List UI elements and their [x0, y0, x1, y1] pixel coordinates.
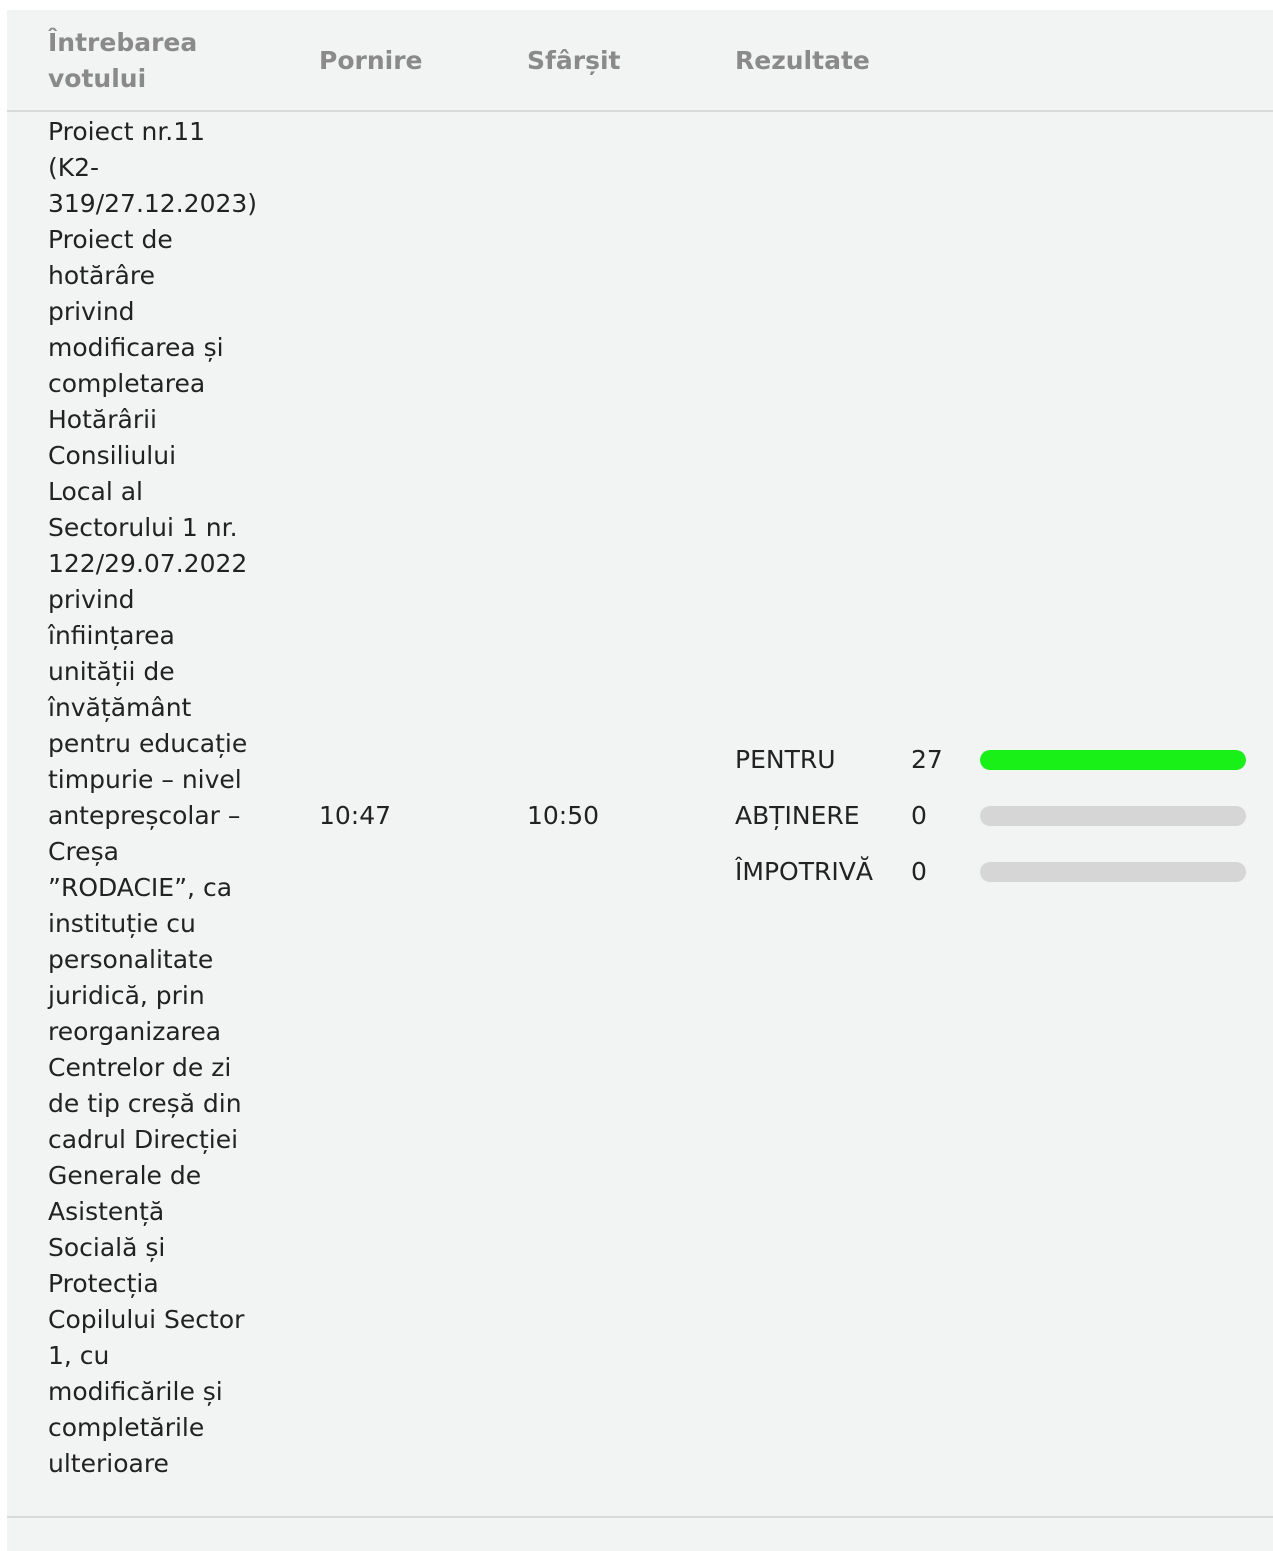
result-label: ÎMPOTRIVĂ — [735, 857, 873, 886]
result-bar — [980, 750, 1246, 770]
vote-start-time: 10:47 — [319, 801, 392, 830]
result-count: 27 — [911, 745, 943, 774]
column-header-question: Întrebarea votului — [48, 28, 198, 93]
result-label: ABȚINERE — [735, 801, 860, 830]
result-bar — [980, 806, 1246, 826]
vote-results-table: Întrebarea votului Pornire Sfârșit Rezul… — [7, 10, 1273, 1551]
table-header: Întrebarea votului Pornire Sfârșit Rezul… — [7, 10, 1273, 112]
result-label: PENTRU — [735, 745, 836, 774]
column-header-end: Sfârșit — [527, 46, 621, 75]
result-abstain: ABȚINERE 0 — [735, 798, 1255, 834]
vote-end-time: 10:50 — [527, 801, 600, 830]
result-count: 0 — [911, 857, 927, 886]
result-bar — [980, 862, 1246, 882]
table-row: Proiect nr.11 (K2-319/27.12.2023) Proiec… — [7, 112, 1273, 1518]
column-header-results: Rezultate — [735, 46, 870, 75]
vote-question: Proiect nr.11 (K2-319/27.12.2023) Proiec… — [48, 117, 258, 1478]
result-against: ÎMPOTRIVĂ 0 — [735, 854, 1255, 890]
column-header-start: Pornire — [319, 46, 423, 75]
result-bar-fill — [980, 750, 1246, 770]
result-count: 0 — [911, 801, 927, 830]
result-for: PENTRU 27 — [735, 742, 1255, 778]
